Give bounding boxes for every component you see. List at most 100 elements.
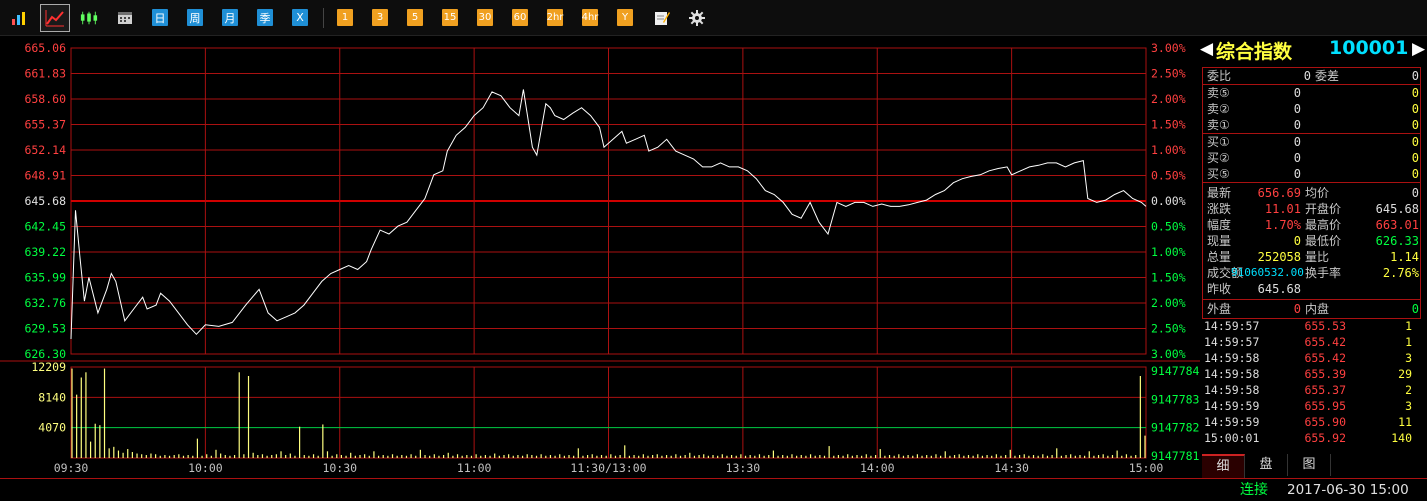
outer-label: 外盘 <box>1207 302 1232 316</box>
time-axis-label: 15:00 <box>1129 461 1164 475</box>
sell-volume: 0 <box>1411 102 1419 116</box>
buy-row: 买② 0 0 <box>1207 150 1421 166</box>
sell-orders: 卖⑤ 0 0 卖② 0 0 卖① 0 0 <box>1202 84 1421 133</box>
tab-chart[interactable]: 图 <box>1288 454 1331 476</box>
period-month-button[interactable]: 月 <box>222 9 238 26</box>
quote-header: ◀ 综合指数 100001 ▶ <box>1200 36 1427 66</box>
sell-volume: 0 <box>1411 86 1419 100</box>
now-label: 现量 <box>1207 234 1232 248</box>
prev-stock-icon[interactable]: ◀ <box>1200 39 1213 59</box>
percent-axis-label: 1.00% <box>1151 143 1186 157</box>
prev-close-label: 昨收 <box>1207 282 1232 296</box>
trade-price: 655.42 <box>1304 335 1346 349</box>
trade-time: 14:59:58 <box>1204 367 1260 381</box>
tab-book[interactable]: 盘 <box>1245 454 1288 476</box>
minute-5-button[interactable]: 5 <box>407 9 423 26</box>
volume-right-label: 9147782 <box>1151 421 1199 435</box>
trade-time: 14:59:57 <box>1204 335 1260 349</box>
tab-detail[interactable]: 细 <box>1202 454 1245 478</box>
open-label: 开盘价 <box>1305 202 1342 216</box>
period-x-button[interactable]: X <box>292 9 308 26</box>
percent-axis-label: 0.50% <box>1151 220 1186 234</box>
volume-right-label: 9147784 <box>1151 364 1200 378</box>
open-value: 645.68 <box>1375 202 1419 216</box>
sell-row: 卖① 0 0 <box>1207 117 1421 133</box>
trade-volume: 1 <box>1405 319 1412 333</box>
trade-time: 14:59:57 <box>1204 319 1260 333</box>
percent-axis-label: 0.00% <box>1151 194 1186 208</box>
trade-price: 655.37 <box>1304 383 1346 397</box>
calendar-icon[interactable] <box>116 9 134 26</box>
candlestick-icon[interactable] <box>80 9 98 26</box>
period-quarter-button[interactable]: 季 <box>257 9 273 26</box>
latest-label: 最新 <box>1207 186 1232 200</box>
time-axis-label: 11:30/13:00 <box>570 461 646 475</box>
sell-price: 0 <box>1293 118 1301 132</box>
price-axis-label: 639.22 <box>24 245 66 259</box>
trade-price: 655.95 <box>1304 399 1346 413</box>
outer-inner-section: 外盘 0 内盘 0 <box>1202 299 1421 319</box>
weibi-section: 委比 0 委差 0 <box>1202 67 1421 84</box>
minute-15-button[interactable]: 15 <box>442 9 458 26</box>
time-axis-label: 14:30 <box>994 461 1029 475</box>
buy-price: 0 <box>1293 151 1301 165</box>
price-axis-label: 658.60 <box>24 92 66 106</box>
minute-30-button[interactable]: 30 <box>477 9 493 26</box>
period-day-button[interactable]: 日 <box>152 9 168 26</box>
percent-axis-label: 2.50% <box>1151 322 1186 336</box>
weibi-label: 委比 <box>1207 69 1232 83</box>
trade-time: 14:59:59 <box>1204 399 1260 413</box>
buy-row: 买① 0 0 <box>1207 134 1421 150</box>
minute-1-button[interactable]: 1 <box>337 9 353 26</box>
volume-axis-label: 12209 <box>31 360 66 374</box>
time-axis-label: 11:00 <box>457 461 492 475</box>
price-axis-label: 665.06 <box>24 41 66 55</box>
edit-icon[interactable] <box>653 9 671 26</box>
hour-2-button[interactable]: 2hr <box>547 9 563 26</box>
trade-time: 14:59:58 <box>1204 383 1260 397</box>
ratio-label: 量比 <box>1305 250 1330 264</box>
next-stock-icon[interactable]: ▶ <box>1412 39 1425 59</box>
price-axis-label: 648.91 <box>24 169 66 183</box>
trade-volume: 3 <box>1405 351 1412 365</box>
percent-axis-label: 2.50% <box>1151 67 1186 81</box>
sell-label: 卖② <box>1207 102 1230 116</box>
year-button[interactable]: Y <box>617 9 633 26</box>
quote-stats: 最新 656.69 均价 0 涨跌 11.01 开盘价 645.68 幅度 1.… <box>1202 182 1421 299</box>
trade-price: 655.90 <box>1304 415 1346 429</box>
status-bar: 连接 2017-06-30 15:00 <box>0 478 1427 501</box>
buy-orders: 买① 0 0 买② 0 0 买⑤ 0 0 <box>1202 133 1421 182</box>
percent-axis-label: 1.50% <box>1151 118 1186 132</box>
bar-chart-icon[interactable] <box>10 9 28 26</box>
hour-4-button[interactable]: 4hr <box>582 9 598 26</box>
period-week-button[interactable]: 周 <box>187 9 203 26</box>
now-value: 0 <box>1293 234 1301 248</box>
buy-price: 0 <box>1293 135 1301 149</box>
sell-row: 卖⑤ 0 0 <box>1207 85 1421 101</box>
minute-3-button[interactable]: 3 <box>372 9 388 26</box>
total-label: 总量 <box>1207 250 1232 264</box>
trade-price: 655.92 <box>1304 431 1346 445</box>
low-label: 最低价 <box>1305 234 1342 248</box>
trade-volume: 1 <box>1405 335 1412 349</box>
buy-volume: 0 <box>1411 167 1419 181</box>
trade-price: 655.39 <box>1304 367 1346 381</box>
sell-label: 卖① <box>1207 118 1230 132</box>
buy-price: 0 <box>1293 167 1301 181</box>
trade-price: 655.42 <box>1304 351 1346 365</box>
buy-label: 买② <box>1207 151 1230 165</box>
time-axis-label: 09:30 <box>54 461 89 475</box>
time-axis-label: 10:00 <box>188 461 223 475</box>
price-axis-label: 629.53 <box>24 322 66 336</box>
trade-price: 655.53 <box>1304 319 1346 333</box>
price-axis-label: 626.30 <box>24 347 66 361</box>
amount-value: 91060532.00 <box>1231 266 1304 279</box>
outer-value: 0 <box>1293 302 1301 316</box>
line-chart-icon[interactable] <box>40 4 70 32</box>
trade-volume: 2 <box>1405 383 1412 397</box>
prev-close-value: 645.68 <box>1257 282 1301 296</box>
gear-icon[interactable] <box>688 9 706 26</box>
time-axis-label: 14:00 <box>860 461 895 475</box>
percent-axis-label: 2.00% <box>1151 92 1186 106</box>
minute-60-button[interactable]: 60 <box>512 9 528 26</box>
